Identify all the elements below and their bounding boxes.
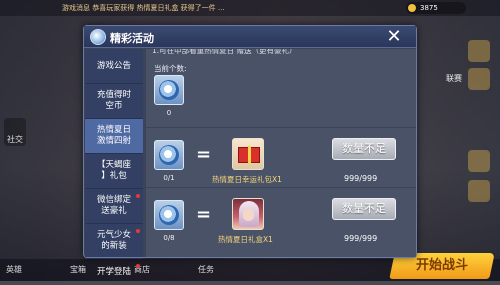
- cost-count: 0/1: [163, 174, 175, 182]
- summer-token-icon: [154, 75, 184, 105]
- sidebar-item-scorpio[interactable]: 【天蝎座 】礼包: [85, 154, 143, 189]
- sidebar-item-label: 【天蝎座 】礼包: [96, 160, 131, 181]
- social-label: 社交: [7, 135, 23, 144]
- gift-pack-icon[interactable]: [232, 138, 264, 170]
- close-button[interactable]: ✕: [384, 27, 404, 47]
- activity-notice: 1.可在中部看重热情夏日 赠送（更有豪礼）: [152, 49, 297, 55]
- reward-name: 热情夏日幸运礼包X1: [212, 175, 282, 184]
- dialog-header: 精彩活动 ✕: [84, 26, 416, 48]
- bottom-tab-hero[interactable]: 英雄: [6, 263, 22, 277]
- sidebar-item-summer[interactable]: 热情夏日 激情四射: [85, 119, 143, 154]
- reward-name: 热情夏日礼盒X1: [218, 235, 273, 244]
- current-count-label: 当前个数:: [154, 64, 187, 73]
- current-count-value: 0: [166, 109, 172, 117]
- sidebar-item-announcement[interactable]: 游戏公告: [85, 49, 143, 84]
- bottom-tab-chest[interactable]: 宝箱: [70, 263, 86, 277]
- activity-logo-icon: [90, 29, 106, 45]
- league-icon[interactable]: [468, 68, 490, 90]
- sidebar-item-girl-outfit[interactable]: 元气少女 的新装: [85, 224, 143, 259]
- sidebar-item-label: 热情夏日 激情四射: [96, 125, 131, 146]
- insufficient-button[interactable]: 数量不足: [332, 138, 396, 160]
- activity-content: 1.可在中部看重热情夏日 赠送（更有豪礼） 当前个数: 0 0/1 = 热情夏日…: [146, 49, 416, 257]
- character-giftbox-icon[interactable]: [232, 198, 264, 230]
- social-button[interactable]: 社交: [4, 118, 26, 146]
- exchange-row: 0/8 = 热情夏日礼盒X1 数量不足 999/999: [146, 187, 416, 257]
- equals-sign: =: [196, 144, 212, 165]
- activity-dialog: 精彩活动 ✕ 游戏公告 充值得时 空币 热情夏日 激情四射 【天蝎座 】礼包 微…: [83, 25, 417, 277]
- news-ticker: 游戏消息 恭喜玩家获得 热情夏日礼盒 获得了一件 ...: [62, 4, 225, 12]
- side-icon-b[interactable]: [468, 180, 490, 202]
- equals-sign: =: [196, 204, 212, 225]
- sidebar-item-school-login[interactable]: 开学登陆: [85, 259, 143, 285]
- sidebar-item-label: 开学登陆: [96, 266, 131, 277]
- sidebar-item-label: 充值得时 空币: [96, 90, 131, 111]
- side-icon-a[interactable]: [468, 150, 490, 172]
- notification-dot: [136, 194, 140, 198]
- sidebar-item-recharge[interactable]: 充值得时 空币: [85, 84, 143, 119]
- bottom-tab-task[interactable]: 任务: [198, 263, 214, 277]
- start-battle-label: 开始战斗: [415, 258, 468, 273]
- cost-count: 0/8: [163, 234, 175, 242]
- sidebar-item-wechat[interactable]: 微信绑定 送豪礼: [85, 189, 143, 224]
- sidebar-item-label: 微信绑定 送豪礼: [96, 195, 131, 216]
- event-icon[interactable]: [468, 40, 490, 62]
- sidebar-item-label: 元气少女 的新装: [96, 230, 131, 251]
- top-bar: 游戏消息 恭喜玩家获得 热情夏日礼盒 获得了一件 ... 3875: [0, 0, 500, 16]
- activity-sidebar: 游戏公告 充值得时 空币 热情夏日 激情四射 【天蝎座 】礼包 微信绑定 送豪礼…: [85, 49, 143, 277]
- insufficient-button[interactable]: 数量不足: [332, 198, 396, 220]
- dialog-title: 精彩活动: [110, 32, 154, 45]
- stock-count: 999/999: [344, 234, 378, 243]
- summer-token-icon: [154, 140, 184, 170]
- exchange-row: 0/1 = 热情夏日幸运礼包X1 数量不足 999/999: [146, 127, 416, 187]
- stock-count: 999/999: [344, 174, 378, 183]
- sidebar-item-label: 游戏公告: [96, 60, 131, 71]
- notification-dot: [136, 264, 140, 268]
- coin-counter: 3875: [406, 2, 466, 14]
- summer-token-icon: [154, 200, 184, 230]
- league-label: 联赛: [446, 74, 462, 83]
- notification-dot: [136, 229, 140, 233]
